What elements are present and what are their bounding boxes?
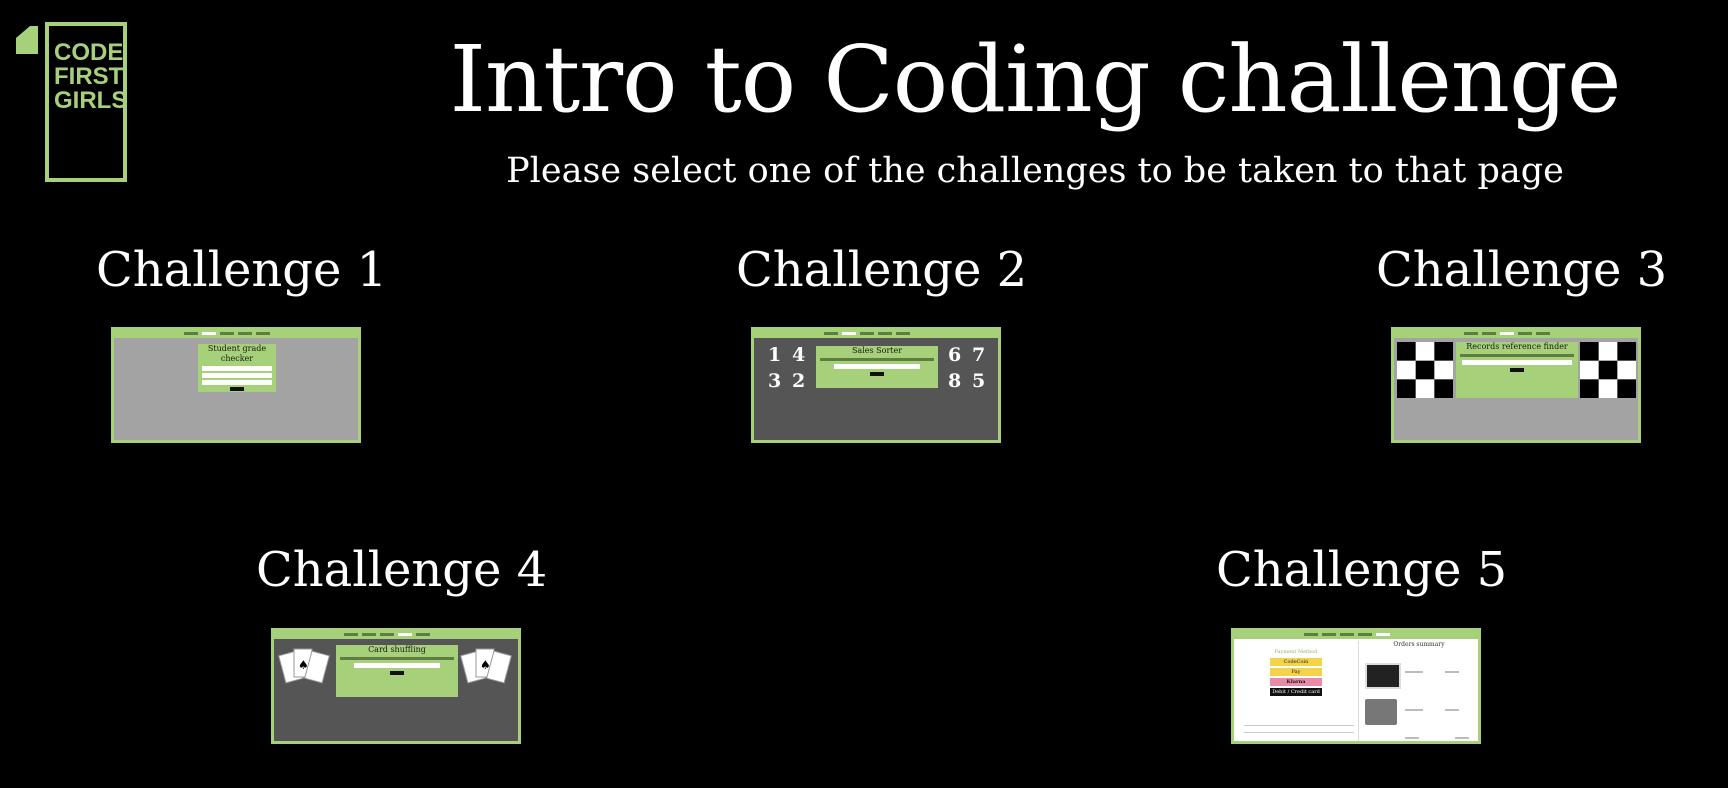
challenge-4-thumbnail[interactable]: ♠ ♠ Card shuffling (271, 628, 521, 744)
challenge-5-thumbnail[interactable]: Payment Method CodeCoin Pay Klarna Debit… (1231, 628, 1481, 744)
product-image (1365, 699, 1397, 725)
checkerboard-left (1397, 342, 1453, 398)
svg-text:♠: ♠ (298, 658, 309, 672)
payment-heading: Payment Method (1274, 649, 1318, 655)
challenge-3-thumbnail[interactable]: Records reference finder (1391, 327, 1641, 443)
challenge-2-heading: Challenge 2 (736, 242, 1028, 298)
sales-number: 2 (792, 370, 806, 392)
sales-number: 4 (792, 344, 806, 366)
card-shuffling-form: Card shuffling (336, 645, 458, 697)
payment-option: Debit / Credit card (1270, 688, 1322, 696)
thumbnail-navbar (114, 330, 358, 338)
challenge-5: Challenge 5 (1216, 540, 1508, 600)
svg-text:♠: ♠ (480, 658, 491, 672)
sales-number: 5 (972, 370, 986, 392)
preview-title: Card shuffling (368, 645, 426, 654)
order-summary: Orders summary (1358, 641, 1478, 741)
playing-cards-right: ♠ (460, 648, 512, 684)
challenge-1: Challenge 1 (96, 240, 388, 300)
form-lines (1244, 719, 1354, 739)
checkerboard-right (1580, 342, 1636, 398)
preview-title: Sales Sorter (851, 346, 903, 355)
page-subtitle: Please select one of the challenges to b… (506, 151, 1564, 191)
svg-text:FIRST: FIRST (54, 63, 124, 90)
sales-number: 8 (948, 370, 962, 392)
playing-cards-left: ♠ (278, 648, 330, 684)
payment-option: CodeCoin (1270, 658, 1322, 666)
order-summary-title: Orders summary (1393, 641, 1445, 648)
page-title: Intro to Coding challenge (449, 26, 1622, 133)
payment-methods: Payment Method CodeCoin Pay Klarna Debit… (1270, 649, 1322, 698)
page: { "header": { "logo_text": "CODE FIRST G… (0, 0, 1728, 788)
sales-sorter-form: Sales Sorter (816, 346, 938, 388)
thumbnail-navbar (1234, 631, 1478, 639)
challenge-5-heading: Challenge 5 (1216, 542, 1508, 598)
svg-text:GIRLS: GIRLS (54, 87, 127, 114)
challenge-1-heading: Challenge 1 (96, 242, 388, 298)
preview-title: Records reference finder (1466, 342, 1568, 351)
challenge-3: Challenge 3 (1376, 240, 1668, 300)
sales-number: 1 (768, 344, 782, 366)
payment-option: Klarna (1270, 678, 1322, 686)
preview-title: Student grade checker (207, 344, 267, 363)
challenge-2-thumbnail[interactable]: 1 4 3 2 6 7 8 5 Sales Sorter (751, 327, 1001, 443)
sales-number: 3 (768, 370, 782, 392)
svg-text:CODE: CODE (54, 39, 123, 66)
thumbnail-navbar (754, 330, 998, 338)
challenge-4: Challenge 4 (256, 540, 548, 600)
thumbnail-navbar (274, 631, 518, 639)
challenge-1-thumbnail[interactable]: Student grade checker (111, 327, 361, 443)
challenge-2: Challenge 2 (736, 240, 1028, 300)
sales-number: 7 (972, 344, 986, 366)
payment-option: Pay (1270, 668, 1322, 676)
sales-number: 6 (948, 344, 962, 366)
code-first-girls-logo[interactable]: CODE FIRST GIRLS (16, 22, 128, 182)
challenge-4-heading: Challenge 4 (256, 542, 548, 598)
records-finder-form: Records reference finder (1456, 342, 1578, 398)
challenge-3-heading: Challenge 3 (1376, 242, 1668, 298)
thumbnail-navbar (1394, 330, 1638, 338)
grade-checker-form: Student grade checker (198, 344, 276, 392)
product-image (1365, 663, 1401, 689)
